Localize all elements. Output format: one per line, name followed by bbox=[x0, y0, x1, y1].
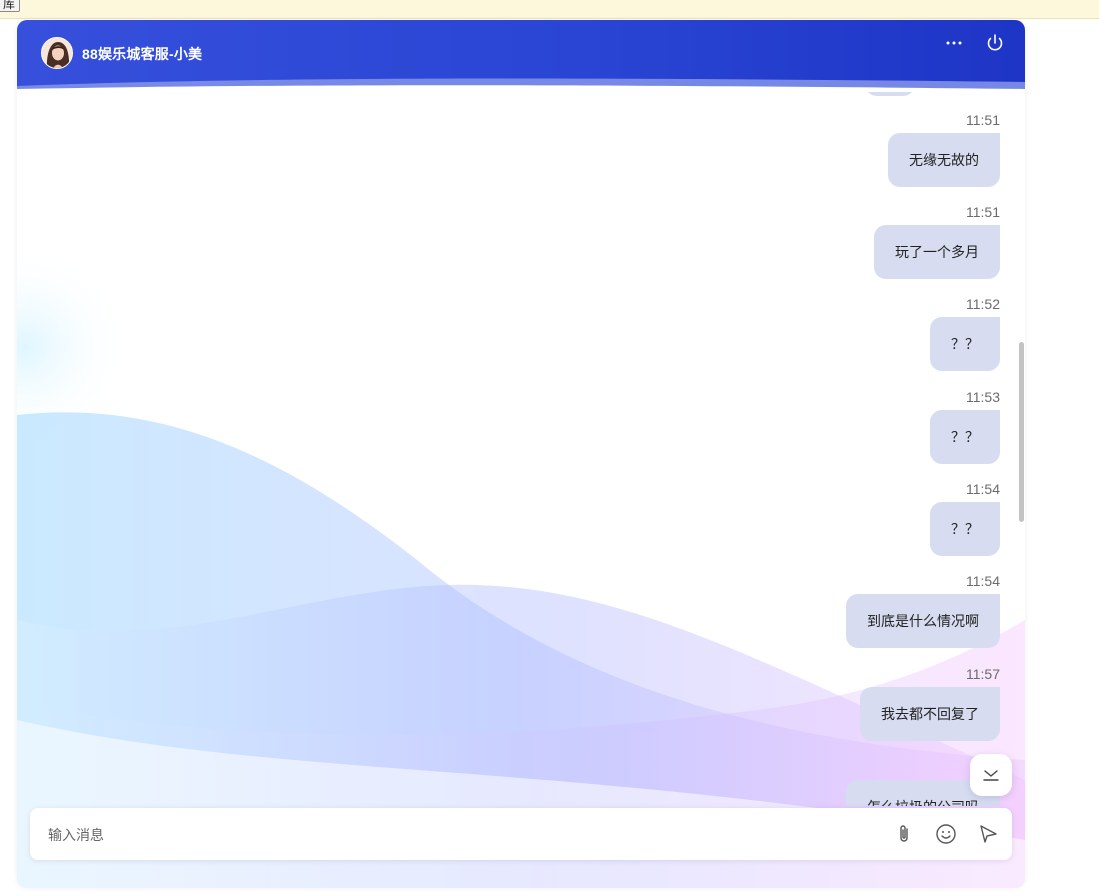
chat-header: 88娱乐城客服-小美 bbox=[17, 20, 1025, 96]
agent-avatar bbox=[41, 37, 73, 69]
message-bubble: 我去都不回复了 bbox=[860, 687, 1000, 741]
chat-window: 88娱乐城客服-小美 11:51 无缘无故的 11:51 玩了一个多月 11:5… bbox=[17, 20, 1025, 888]
message-bubble: ？？ bbox=[930, 410, 1000, 464]
power-icon[interactable] bbox=[984, 32, 1006, 54]
message-item: 11:54 到底是什么情况啊 bbox=[846, 572, 1000, 648]
scrollbar-thumb[interactable] bbox=[1019, 342, 1024, 522]
message-time: 11:54 bbox=[966, 573, 1000, 589]
message-item: 11:53 ？？ bbox=[930, 388, 1000, 464]
message-bubble: ？？ bbox=[930, 317, 1000, 371]
message-bubble: ？？ bbox=[930, 502, 1000, 556]
message-item: 11:57 我去都不回复了 bbox=[860, 665, 1000, 741]
message-item: 11:52 ？？ bbox=[930, 295, 1000, 371]
message-bubble: 到底是什么情况啊 bbox=[846, 594, 1000, 648]
message-bubble: 无缘无故的 bbox=[888, 133, 1000, 187]
message-item: 11:51 无缘无故的 bbox=[888, 111, 1000, 187]
message-list: 11:51 无缘无故的 11:51 玩了一个多月 11:52 ？？ 11:53 … bbox=[17, 92, 1025, 806]
message-input[interactable] bbox=[46, 821, 870, 849]
scroll-to-bottom-button[interactable] bbox=[970, 754, 1012, 796]
message-time: 11:51 bbox=[966, 204, 1000, 220]
message-bubble: 玩了一个多月 bbox=[874, 225, 1000, 279]
scroll-to-bottom-icon bbox=[983, 770, 999, 781]
more-horizontal-icon[interactable] bbox=[943, 32, 965, 54]
topbar-button[interactable]: 库 bbox=[0, 0, 20, 12]
message-time: 11:53 bbox=[966, 389, 1000, 405]
browser-topbar: 库 bbox=[0, 0, 1099, 19]
previous-message-bubble bbox=[865, 92, 915, 96]
message-item: 11:51 玩了一个多月 bbox=[874, 203, 1000, 279]
message-item: 11:54 ？？ bbox=[930, 480, 1000, 556]
send-icon[interactable] bbox=[976, 822, 1000, 846]
message-time: 11:52 bbox=[966, 296, 1000, 312]
message-composer bbox=[30, 808, 1012, 860]
paperclip-icon[interactable] bbox=[892, 822, 916, 846]
message-time: 11:54 bbox=[966, 481, 1000, 497]
message-time: 11:51 bbox=[966, 112, 1000, 128]
chat-title: 88娱乐城客服-小美 bbox=[82, 46, 203, 62]
emoji-icon[interactable] bbox=[934, 822, 958, 846]
message-time: 11:57 bbox=[966, 666, 1000, 682]
